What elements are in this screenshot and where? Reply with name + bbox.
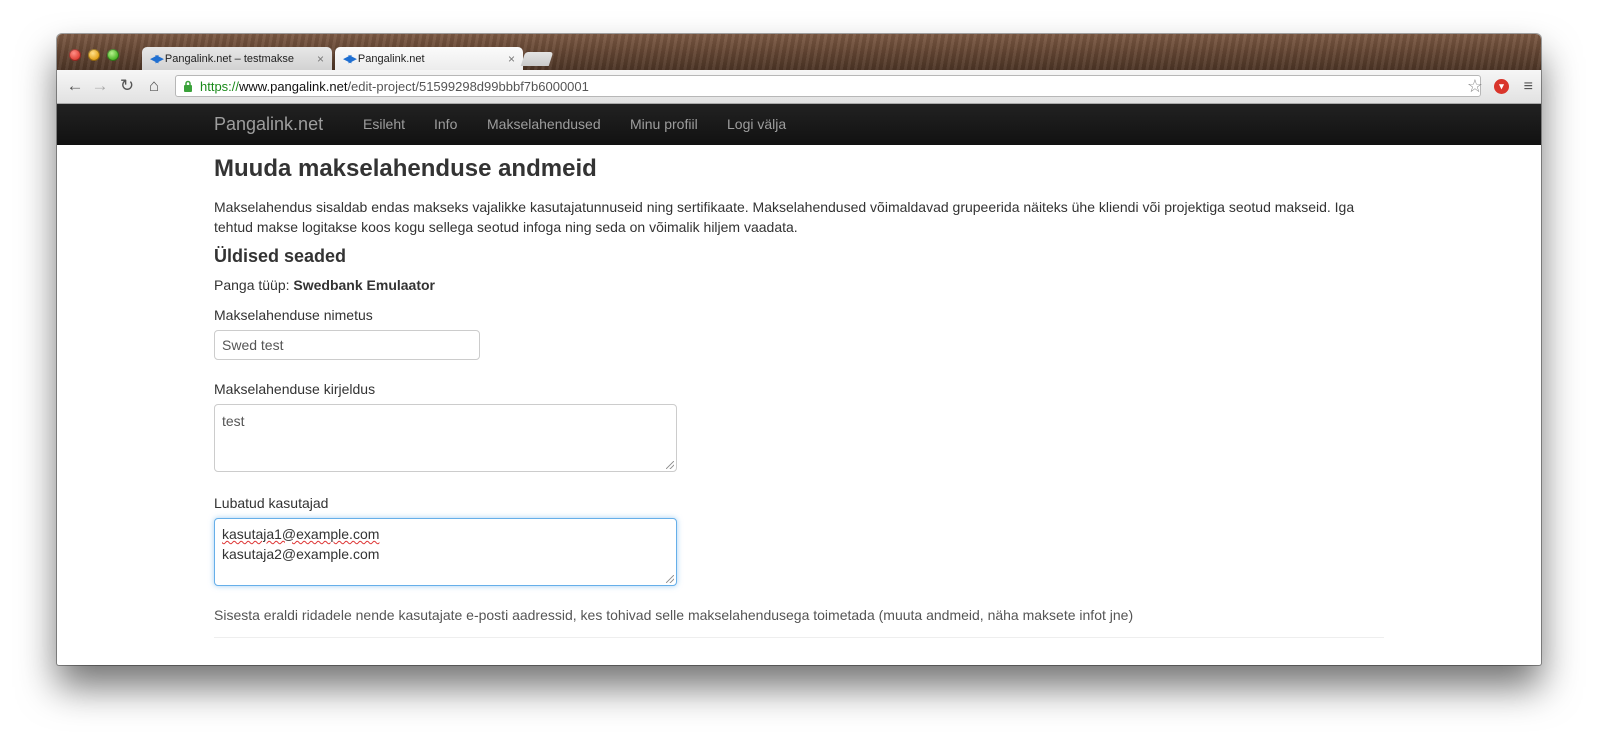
brand-link[interactable]: Pangalink.net: [214, 104, 323, 145]
tab-close-icon[interactable]: ×: [317, 52, 324, 66]
user-line: kasutaja2@example.com: [222, 544, 669, 564]
nav-link-esileht[interactable]: Esileht: [363, 104, 405, 145]
new-tab-button[interactable]: [520, 52, 554, 66]
tab-close-icon[interactable]: ×: [508, 52, 515, 66]
site-navbar: Pangalink.net Esileht Info Makselahendus…: [57, 104, 1541, 145]
forward-arrow-icon[interactable]: →: [90, 75, 110, 97]
url-path: /edit-project/51599298d99bbbf7b6000001: [347, 78, 589, 94]
description-textarea-value: test: [222, 413, 245, 429]
description-textarea[interactable]: test: [214, 404, 677, 472]
section-title: Üldised seaded: [214, 246, 347, 266]
back-arrow-icon[interactable]: ←: [65, 75, 85, 97]
user-email: kasutaja2@example.com: [222, 546, 380, 562]
users-help-text: Sisesta eraldi ridadele nende kasutajate…: [214, 607, 1134, 623]
browser-tab-pangalink[interactable]: ◀▶ Pangalink.net ×: [335, 47, 523, 70]
divider: [214, 637, 1384, 638]
browser-window: ◀▶ Pangalink.net – testmakse × ◀▶ Pangal…: [57, 34, 1541, 665]
bank-type-label: Panga tüüp:: [214, 277, 290, 293]
pangalink-favicon-icon: ◀▶: [150, 53, 164, 65]
bookmark-star-icon[interactable]: ☆: [1467, 75, 1483, 97]
extension-icon[interactable]: ▾: [1494, 79, 1509, 94]
description-label: Makselahenduse kirjeldus: [214, 381, 376, 397]
user-email: kasutaja1@example.com: [222, 526, 380, 542]
home-icon[interactable]: ⌂: [144, 75, 164, 97]
browser-toolbar: ← → ↻ ⌂ https://www.pangalink.net/edit-p…: [57, 70, 1541, 104]
users-textarea[interactable]: kasutaja1@example.com kasutaja2@example.…: [214, 518, 677, 586]
zoom-window-button[interactable]: [107, 49, 119, 61]
bank-type-value: Swedbank Emulaator: [293, 277, 435, 293]
name-input[interactable]: Swed test: [214, 330, 480, 360]
nav-link-info[interactable]: Info: [434, 104, 457, 145]
close-window-button[interactable]: [69, 49, 81, 61]
tab-title: Pangalink.net: [357, 52, 425, 65]
nav-link-minu-profiil[interactable]: Minu profiil: [630, 104, 698, 145]
pangalink-favicon-icon: ◀▶: [343, 53, 357, 65]
users-label: Lubatud kasutajad: [214, 495, 329, 511]
menu-icon[interactable]: ≡: [1524, 76, 1533, 98]
nav-link-makselahendused[interactable]: Makselahendused: [487, 104, 601, 145]
tab-title: Pangalink.net – testmakse: [164, 52, 294, 65]
name-input-value: Swed test: [222, 337, 284, 353]
lock-icon: [182, 80, 194, 92]
intro-text: Makselahendus sisaldab endas makseks vaj…: [214, 199, 1355, 235]
reload-icon[interactable]: ↻: [117, 75, 137, 97]
user-line: kasutaja1@example.com: [222, 524, 669, 544]
title-bar: ◀▶ Pangalink.net – testmakse × ◀▶ Pangal…: [57, 34, 1541, 70]
nav-link-logi-valja[interactable]: Logi välja: [727, 104, 786, 145]
minimize-window-button[interactable]: [88, 49, 100, 61]
address-bar[interactable]: https://www.pangalink.net/edit-project/5…: [175, 75, 1481, 97]
url-host: www.pangalink.net: [239, 78, 348, 94]
resize-grip-icon[interactable]: [666, 575, 674, 583]
resize-grip-icon[interactable]: [666, 461, 674, 469]
page-title: Muuda makselahenduse andmeid: [214, 155, 597, 182]
bank-type: Panga tüüp: Swedbank Emulaator: [214, 277, 435, 293]
browser-tab-testmakse[interactable]: ◀▶ Pangalink.net – testmakse ×: [142, 47, 332, 70]
name-label: Makselahenduse nimetus: [214, 307, 373, 323]
url-scheme: https://: [200, 78, 240, 94]
